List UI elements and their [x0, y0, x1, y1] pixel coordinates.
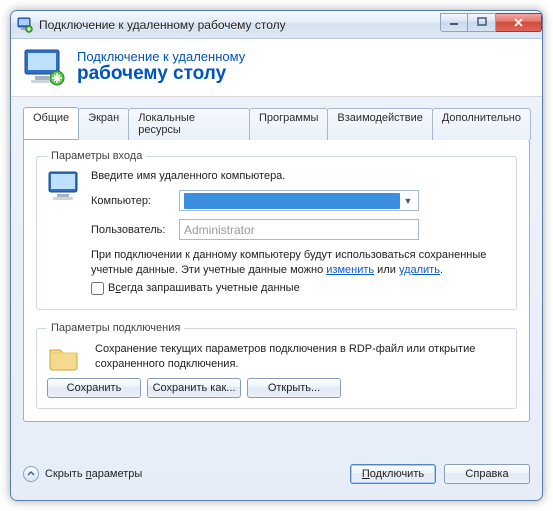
tab-display[interactable]: Экран — [78, 108, 129, 140]
connect-text-1: П — [362, 468, 370, 480]
rdp-window: Подключение к удаленному рабочему столу — [10, 10, 543, 501]
chk-text-3: егда запрашивать учетные данные — [121, 282, 300, 294]
note-text-3: . — [440, 264, 443, 276]
link-delete-credentials[interactable]: удалить — [399, 264, 440, 276]
banner: Подключение к удаленному рабочему столу — [11, 39, 542, 97]
always-ask-checkbox-label[interactable]: Всегда запрашивать учетные данные — [91, 281, 300, 296]
connect-text-2: одключить — [370, 468, 424, 480]
open-button[interactable]: Открыть... — [247, 378, 341, 398]
always-ask-checkbox[interactable] — [91, 282, 104, 295]
connection-group: Параметры подключения Сохранение текущих… — [36, 322, 517, 409]
window-buttons — [440, 13, 542, 33]
connection-buttons: Сохранить Сохранить как... Открыть... — [47, 378, 87, 398]
login-group-title: Параметры входа — [47, 150, 146, 162]
banner-line-1: Подключение к удаленному — [77, 50, 245, 64]
window-title: Подключение к удаленному рабочему столу — [39, 18, 440, 32]
connection-group-title: Параметры подключения — [47, 322, 184, 334]
login-group: Параметры входа Введите имя удаленного к… — [36, 150, 517, 310]
banner-line-2: рабочему столу — [77, 64, 245, 85]
toggle-parameters[interactable]: Скрыть параметры — [23, 466, 142, 482]
toggle-text-3: араметры — [92, 468, 143, 480]
tab-page-general: Параметры входа Введите имя удаленного к… — [23, 139, 530, 422]
toggle-text-1: Скрыть — [45, 468, 86, 480]
maximize-button[interactable] — [468, 13, 496, 32]
user-label: Пользователь: — [91, 224, 175, 236]
computer-value — [184, 193, 400, 209]
computer-icon — [47, 170, 87, 204]
help-button[interactable]: Справка — [444, 464, 530, 484]
note-text-2: или — [374, 264, 399, 276]
app-icon — [17, 17, 33, 33]
chevron-down-icon[interactable]: ▼ — [400, 196, 416, 206]
credentials-note: При подключении к данному компьютеру буд… — [91, 248, 506, 299]
computer-input[interactable]: ▼ — [179, 190, 419, 211]
tabstrip: Общие Экран Локальные ресурсы Программы … — [23, 107, 530, 139]
save-button[interactable]: Сохранить — [47, 378, 141, 398]
footer: Скрыть параметры Подключить Справка — [23, 460, 530, 488]
banner-text: Подключение к удаленному рабочему столу — [77, 50, 245, 85]
titlebar[interactable]: Подключение к удаленному рабочему столу — [11, 11, 542, 39]
link-edit-credentials[interactable]: изменить — [326, 264, 374, 276]
tab-programs[interactable]: Программы — [249, 108, 328, 140]
user-input[interactable] — [179, 219, 419, 240]
body: Общие Экран Локальные ресурсы Программы … — [11, 97, 542, 432]
login-intro: Введите имя удаленного компьютера. — [91, 170, 506, 182]
tab-experience[interactable]: Взаимодействие — [327, 108, 432, 140]
connect-button[interactable]: Подключить — [350, 464, 436, 484]
tab-general[interactable]: Общие — [23, 107, 79, 139]
connection-desc: Сохранение текущих параметров подключени… — [95, 342, 506, 372]
tab-local-resources[interactable]: Локальные ресурсы — [128, 108, 250, 140]
save-as-button[interactable]: Сохранить как... — [147, 378, 241, 398]
chevron-up-icon — [23, 466, 39, 482]
folder-icon — [47, 342, 87, 372]
minimize-button[interactable] — [440, 13, 468, 32]
rdp-monitor-icon — [23, 48, 67, 88]
close-button[interactable] — [496, 13, 542, 32]
computer-label: Компьютер: — [91, 195, 175, 207]
tab-advanced[interactable]: Дополнительно — [432, 108, 531, 140]
